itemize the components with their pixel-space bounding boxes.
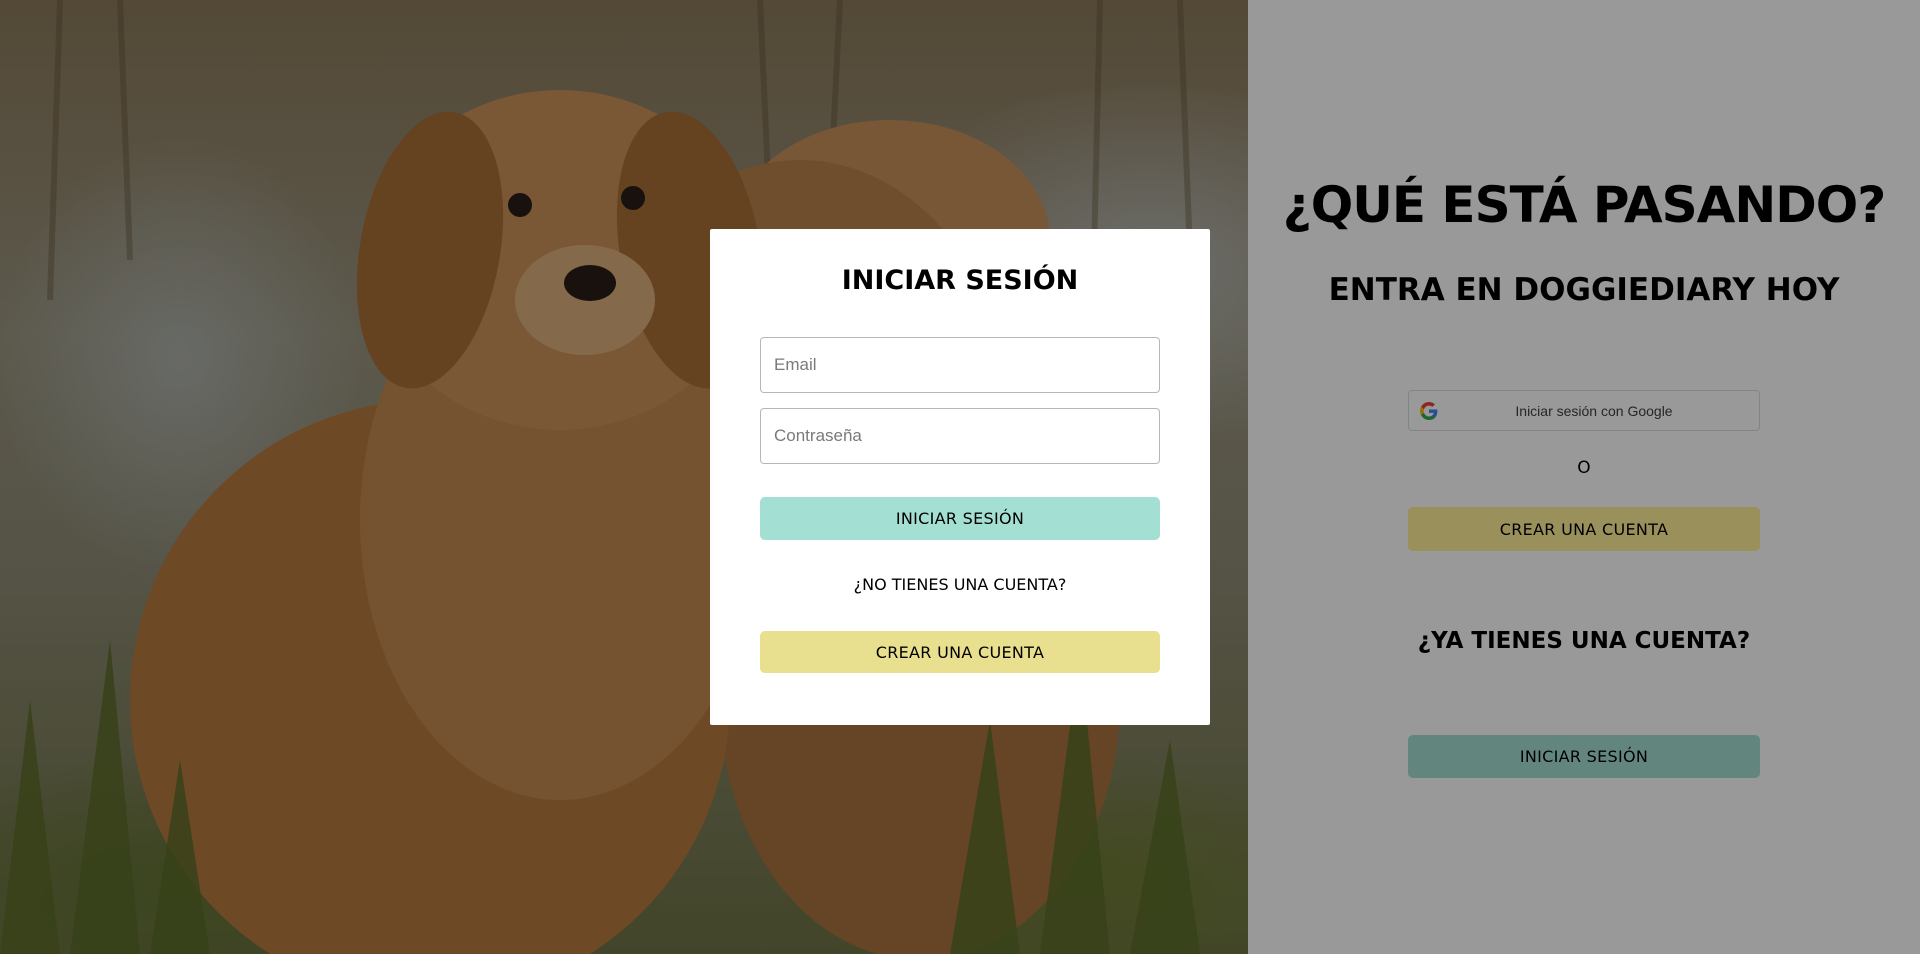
- modal-title: INICIAR SESIÓN: [841, 265, 1079, 296]
- password-field[interactable]: [760, 408, 1160, 464]
- modal-no-account-text: ¿NO TIENES UNA CUENTA?: [853, 575, 1067, 594]
- modal-create-account-button[interactable]: CREAR UNA CUENTA: [760, 631, 1160, 673]
- modal-login-button[interactable]: INICIAR SESIÓN: [760, 497, 1160, 540]
- login-modal: INICIAR SESIÓN INICIAR SESIÓN ¿NO TIENES…: [710, 229, 1210, 725]
- email-field[interactable]: [760, 337, 1160, 393]
